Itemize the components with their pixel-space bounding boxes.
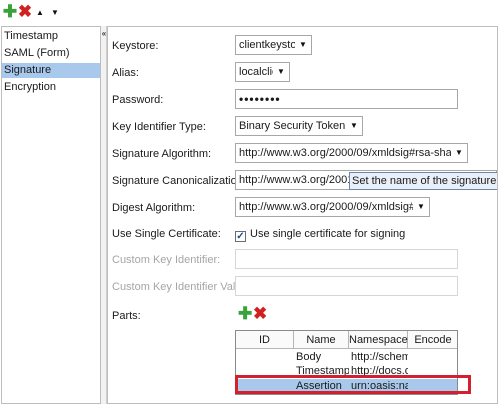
key-identifier-type-select[interactable]: Binary Security Token ▼ [235,116,363,136]
signature-settings-panel: Keystore: clientkeystore.jks ▼ Alias: lo… [107,26,498,404]
chevron-down-icon: ▼ [350,121,358,130]
list-item-signature[interactable]: Signature [2,63,100,78]
close-icon[interactable]: ✖ [253,305,267,322]
use-single-certificate-option[interactable]: ✓ Use single certificate for signing [235,227,406,242]
use-single-certificate-label: Use Single Certificate: [112,228,221,240]
cell-namespace: http://schem... [351,351,408,363]
keystore-value: clientkeystore.jks [239,39,295,51]
cell-name: Body [296,351,322,363]
table-row[interactable]: Body http://schem... [236,350,457,364]
key-identifier-type-label: Key Identifier Type: [112,121,206,133]
list-item-encryption[interactable]: Encryption [2,80,100,95]
use-single-certificate-checkbox-label: Use single certificate for signing [250,228,406,240]
cell-id [236,350,294,364]
chevron-down-icon: ▼ [455,148,463,157]
password-label: Password: [112,94,164,106]
highlight-outline [235,375,471,394]
column-header-namespace[interactable]: Namespace [349,331,408,349]
digest-algorithm-select[interactable]: http://www.w3.org/2000/09/xmldsig#sha1 ▼ [235,197,430,217]
arrow-down-icon[interactable]: ▼ [49,3,61,21]
digest-algorithm-label: Digest Algorithm: [112,202,196,214]
window: ✚ ✖ ▲ ▼ Timestamp SAML (Form) Signature … [0,0,500,406]
keystore-select[interactable]: clientkeystore.jks ▼ [235,35,312,55]
alias-select[interactable]: localclient ▼ [235,62,290,82]
chevron-down-icon: ▼ [299,40,307,49]
close-icon[interactable]: ✖ [18,2,32,21]
arrow-up-icon[interactable]: ▲ [34,3,46,21]
alias-value: localclient [239,66,273,78]
keystore-label: Keystore: [112,40,159,52]
chevron-down-icon: ▼ [277,67,285,76]
tooltip: Set the name of the signature encryption [349,172,497,190]
column-header-name[interactable]: Name [294,331,349,349]
custom-key-identifier-field[interactable] [235,249,458,269]
signature-algorithm-value: http://www.w3.org/2000/09/xmldsig#rsa-sh… [239,147,451,159]
alias-label: Alias: [112,67,139,79]
cell-encode [408,350,457,364]
custom-key-identifier-valuetype-field[interactable] [235,276,458,296]
column-header-id[interactable]: ID [236,331,294,349]
plus-icon[interactable]: ✚ [238,305,252,322]
toolbar: ✚ ✖ ▲ ▼ [0,0,500,26]
signature-canonicalization-label: Signature Canonicalization: [112,175,246,187]
custom-key-identifier-label: Custom Key Identifier: [112,254,221,266]
digest-algorithm-value: http://www.w3.org/2000/09/xmldsig#sha1 [239,201,413,213]
chevron-down-icon: ▼ [417,202,425,211]
plus-icon[interactable]: ✚ [3,2,17,21]
signature-algorithm-select[interactable]: http://www.w3.org/2000/09/xmldsig#rsa-sh… [235,143,468,163]
column-header-encode[interactable]: Encode [408,331,457,349]
list-item-timestamp[interactable]: Timestamp [2,29,100,44]
checkbox-checked-icon[interactable]: ✓ [235,231,246,242]
strategy-list: Timestamp SAML (Form) Signature Encrypti… [1,26,101,404]
password-field[interactable]: •••••••• [235,89,458,109]
list-item-saml-form[interactable]: SAML (Form) [2,46,100,61]
key-identifier-type-value: Binary Security Token [239,120,346,132]
parts-label: Parts: [112,310,141,322]
signature-algorithm-label: Signature Algorithm: [112,148,212,160]
